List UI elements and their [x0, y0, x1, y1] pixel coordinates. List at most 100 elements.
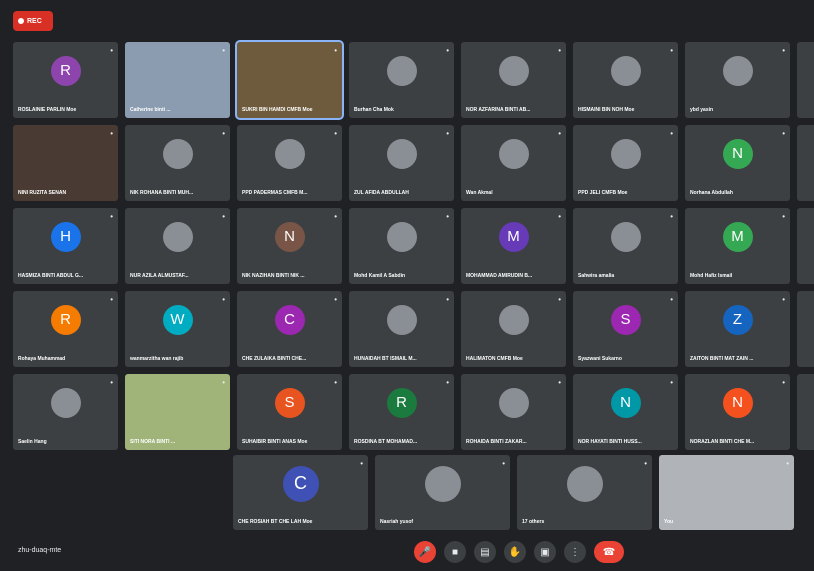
participant-photo [498, 138, 529, 169]
participant-tile[interactable]: N • NORAZLAN BINTI CHE M... [685, 374, 790, 450]
participant-tile[interactable]: • HUNAIDAH BT ISMAIL M... [349, 291, 454, 367]
mic-muted-icon: • [558, 129, 561, 138]
participant-photo [498, 387, 529, 418]
mic-off-icon[interactable]: 🎤 [414, 541, 436, 563]
mic-muted-icon: • [360, 459, 363, 468]
participant-name: CHE ZULAIKA BINTI CHE... [242, 356, 307, 362]
participant-tile[interactable]: • Mohd Kamil A Sabdin [349, 208, 454, 284]
participant-tile-partial[interactable] [797, 42, 814, 118]
participant-name: NIK ROHANA BINTI MUH... [130, 190, 194, 196]
mic-muted-icon: • [222, 46, 225, 55]
mic-muted-icon: • [670, 129, 673, 138]
participant-row: • NINI RUZITA SENAN • NIK ROHANA BINTI MUH.… [13, 125, 814, 201]
participant-photo [386, 221, 417, 252]
mic-muted-icon: • [786, 459, 789, 468]
participant-photo [610, 55, 641, 86]
participant-tile[interactable]: R • ROSLAINIE PARLIN Moe [13, 42, 118, 118]
participant-name: MOHAMMAD AMIRUDIN B... [466, 273, 533, 279]
participant-tile-partial[interactable] [797, 374, 814, 450]
participant-tile[interactable]: M • Mohd Hafiz Ismail [685, 208, 790, 284]
mic-muted-icon: • [558, 46, 561, 55]
mic-muted-icon: • [782, 378, 785, 387]
participant-tile[interactable]: C • CHE ZULAIKA BINTI CHE... [237, 291, 342, 367]
participant-tile[interactable]: H • HASMIZA BINTI ABDUL G... [13, 208, 118, 284]
participant-tile[interactable]: • ybd yasin [685, 42, 790, 118]
mic-muted-icon: • [334, 46, 337, 55]
mic-muted-icon: • [334, 129, 337, 138]
participant-tile[interactable]: • You [659, 455, 794, 530]
participant-tile[interactable]: • Saelin Hang [13, 374, 118, 450]
participant-tile[interactable]: • NINI RUZITA SENAN [13, 125, 118, 201]
participant-avatar: C [282, 465, 319, 502]
participant-name: wanmarzitha wan rajib [130, 356, 184, 362]
participant-photo [610, 221, 641, 252]
participant-tile[interactable]: • PPD PADERMAS CMFB M... [237, 125, 342, 201]
participant-tile[interactable]: • Catherine binti ... [125, 42, 230, 118]
participant-tile-partial[interactable] [797, 208, 814, 284]
raise-hand-icon[interactable]: ✋ [504, 541, 526, 563]
mic-muted-icon: • [558, 212, 561, 221]
participant-tile[interactable]: • Nasriah yusof [375, 455, 510, 530]
participant-row: H • HASMIZA BINTI ABDUL G... • NUR AZILA ALM… [13, 208, 814, 284]
participant-photo [386, 138, 417, 169]
participant-tile[interactable]: • ZUL AFIDA ABDULLAH [349, 125, 454, 201]
participant-avatar: S [610, 304, 641, 335]
end-call-button[interactable]: ☎ [594, 541, 624, 563]
participant-tile[interactable]: • HALIMATON CMFB Moe [461, 291, 566, 367]
participant-tile[interactable]: S • Syazwani Sukarno [573, 291, 678, 367]
participant-tile[interactable]: • HISMAINI BIN NOH Moe [573, 42, 678, 118]
recording-badge: REC [13, 11, 53, 31]
participant-name: Mohd Hafiz Ismail [690, 273, 733, 279]
participant-tile[interactable]: • NUR AZILA ALMUSTAF... [125, 208, 230, 284]
participant-name: SITI NORA BINTI ... [130, 439, 176, 445]
present-icon[interactable]: ▣ [534, 541, 556, 563]
participant-tile[interactable]: Z • ZAITON BINTI MAT ZAIN ... [685, 291, 790, 367]
participant-photo [162, 221, 193, 252]
participant-tile-partial[interactable] [797, 291, 814, 367]
participant-name: ROSLAINIE PARLIN Moe [18, 107, 77, 113]
participant-name: NOR HAYATI BINTI HUSS... [578, 439, 642, 445]
participant-avatar: Z [722, 304, 753, 335]
participant-tile[interactable]: R • ROSDINA BT MOHAMAD... [349, 374, 454, 450]
mic-muted-icon: • [446, 129, 449, 138]
mic-muted-icon: • [670, 46, 673, 55]
participant-name: Saelin Hang [18, 439, 47, 445]
participant-photo [50, 387, 81, 418]
participant-name: Sahwira amalia [578, 273, 615, 279]
record-dot-icon [18, 18, 24, 24]
participant-tile[interactable]: • SITI NORA BINTI ... [125, 374, 230, 450]
camera-icon[interactable]: ■ [444, 541, 466, 563]
participant-tile[interactable]: C • CHE ROSIAH BT CHE LAH Moe [233, 455, 368, 530]
participant-tile[interactable]: R • Rohaya Muhammad [13, 291, 118, 367]
bottom-participant-row: C • CHE ROSIAH BT CHE LAH Moe • Nasriah yuso… [233, 455, 794, 530]
more-options-icon[interactable]: ⋮ [564, 541, 586, 563]
participant-avatar: N [274, 221, 305, 252]
participant-tile[interactable]: N • NIK NAZIHAN BINTI NIK ... [237, 208, 342, 284]
participant-name: HUNAIDAH BT ISMAIL M... [354, 356, 417, 362]
captions-icon[interactable]: ▤ [474, 541, 496, 563]
participant-photo [610, 138, 641, 169]
participant-tile-partial[interactable] [797, 125, 814, 201]
participant-tile[interactable]: • Burhan Cha Mok [349, 42, 454, 118]
participant-tile[interactable]: M • MOHAMMAD AMIRUDIN B... [461, 208, 566, 284]
participant-photo [498, 304, 529, 335]
participant-tile[interactable]: • Wan Akmal [461, 125, 566, 201]
mic-muted-icon: • [334, 378, 337, 387]
participant-name: CHE ROSIAH BT CHE LAH Moe [238, 519, 313, 525]
participant-tile[interactable]: N • NOR HAYATI BINTI HUSS... [573, 374, 678, 450]
mic-muted-icon: • [446, 295, 449, 304]
participant-tile[interactable]: • NIK ROHANA BINTI MUH... [125, 125, 230, 201]
participant-tile[interactable]: S • SUHAIBIR BINTI ANAS Moe [237, 374, 342, 450]
participant-tile[interactable]: N • Norhana Abdullah [685, 125, 790, 201]
mic-muted-icon: • [110, 212, 113, 221]
participant-tile[interactable]: • NOR AZFARINA BINTI AB... [461, 42, 566, 118]
participant-tile[interactable]: • 17 others [517, 455, 652, 530]
participant-tile[interactable]: • SUKRI BIN HAMDI CMFB Moe [235, 40, 344, 120]
participant-tile[interactable]: • PPD JELI CMFB Moe [573, 125, 678, 201]
mic-muted-icon: • [446, 46, 449, 55]
rec-label: REC [27, 17, 42, 25]
participant-tile[interactable]: • Sahwira amalia [573, 208, 678, 284]
participant-tile[interactable]: W • wanmarzitha wan rajib [125, 291, 230, 367]
mic-muted-icon: • [670, 378, 673, 387]
participant-tile[interactable]: • ROHAIDA BINTI ZAKAR... [461, 374, 566, 450]
